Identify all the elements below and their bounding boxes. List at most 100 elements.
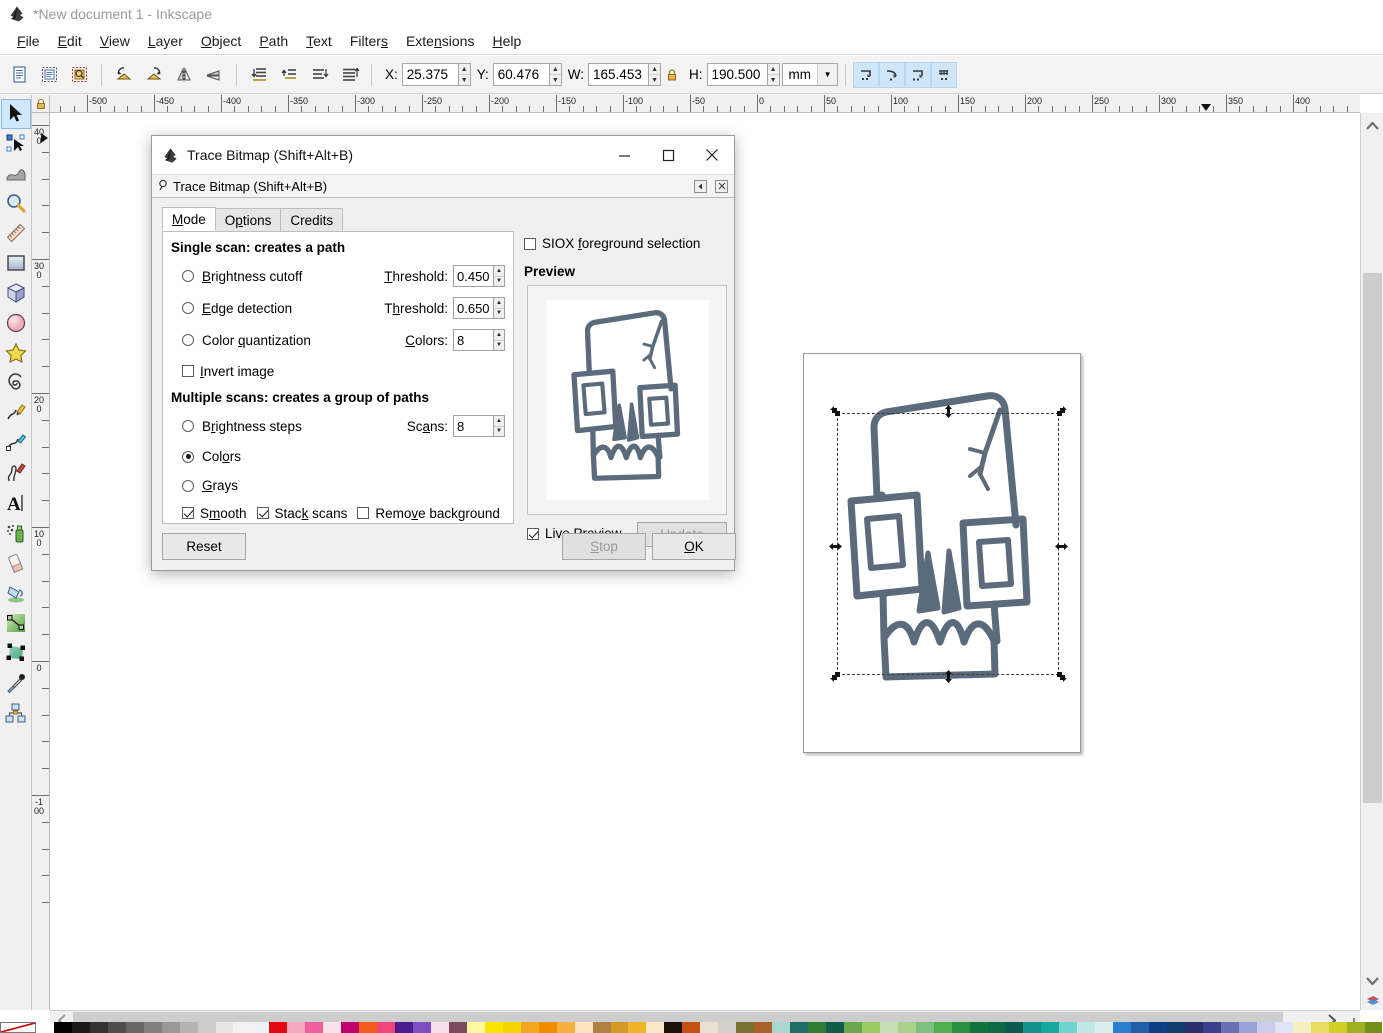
palette-swatch[interactable] bbox=[89, 1022, 108, 1033]
menu-edit[interactable]: Edit bbox=[49, 31, 91, 51]
lock-ratio-icon[interactable] bbox=[662, 61, 682, 89]
dialog-close-button[interactable] bbox=[690, 137, 734, 173]
palette-swatch[interactable] bbox=[1167, 1022, 1185, 1033]
palette-swatch[interactable] bbox=[233, 1022, 252, 1033]
raise-icon[interactable] bbox=[275, 61, 303, 89]
radio-grays[interactable] bbox=[182, 479, 194, 492]
menu-filters[interactable]: Filters bbox=[341, 31, 397, 51]
option-brightness-steps[interactable]: Brightness steps Scans: ▲▼ bbox=[171, 410, 505, 442]
document-preview-icon[interactable] bbox=[65, 61, 93, 89]
palette-swatch[interactable] bbox=[1005, 1022, 1024, 1033]
h-input[interactable] bbox=[706, 63, 767, 86]
palette-swatch[interactable] bbox=[879, 1022, 898, 1033]
palette-swatch[interactable] bbox=[592, 1022, 611, 1033]
bucket-fill-tool[interactable] bbox=[1, 579, 31, 609]
palette-swatch[interactable] bbox=[790, 1022, 808, 1033]
layer-indicator-icon[interactable] bbox=[1361, 992, 1383, 1008]
palette-swatch[interactable] bbox=[1328, 1022, 1347, 1033]
option-siox-foreground[interactable]: SIOX foreground selection bbox=[524, 236, 700, 251]
spiral-tool[interactable] bbox=[1, 369, 31, 399]
connector-tool[interactable] bbox=[1, 699, 31, 729]
document-page[interactable] bbox=[803, 353, 1081, 753]
tab-credits[interactable]: Credits bbox=[280, 208, 344, 231]
option-colors[interactable]: Colors bbox=[171, 442, 505, 471]
palette-swatch[interactable] bbox=[215, 1022, 234, 1033]
dock-collapse-button[interactable] bbox=[694, 179, 707, 193]
palette-swatch[interactable] bbox=[556, 1022, 575, 1033]
palette-none-swatch[interactable] bbox=[0, 1022, 36, 1033]
palette-swatch[interactable] bbox=[951, 1022, 970, 1033]
palette-swatch[interactable] bbox=[574, 1022, 593, 1033]
radio-color-quantization[interactable] bbox=[182, 334, 194, 346]
palette-swatch[interactable] bbox=[107, 1022, 126, 1033]
palette-swatch[interactable] bbox=[933, 1022, 952, 1033]
palette-swatch[interactable] bbox=[484, 1022, 503, 1033]
y-input[interactable] bbox=[492, 63, 549, 86]
palette-swatch[interactable] bbox=[53, 1022, 72, 1033]
palette-swatch[interactable] bbox=[772, 1022, 791, 1033]
raise-to-top-icon[interactable] bbox=[245, 61, 273, 89]
scans-stepper[interactable]: ▲▼ bbox=[453, 415, 505, 437]
palette-swatch[interactable] bbox=[825, 1022, 844, 1033]
snap-path-icon[interactable] bbox=[879, 61, 906, 88]
vertical-scroll-thumb[interactable] bbox=[1363, 273, 1382, 803]
handle-se[interactable] bbox=[1055, 670, 1068, 683]
palette-swatch[interactable] bbox=[969, 1022, 988, 1033]
palette-swatch[interactable] bbox=[377, 1022, 396, 1033]
preview-panel[interactable] bbox=[527, 285, 727, 515]
handle-s[interactable] bbox=[942, 670, 955, 683]
palette-swatch[interactable] bbox=[628, 1022, 647, 1033]
w-input[interactable] bbox=[588, 63, 649, 86]
palette-swatch[interactable] bbox=[861, 1022, 880, 1033]
palette-swatch[interactable] bbox=[161, 1022, 180, 1033]
menu-view[interactable]: View bbox=[91, 31, 139, 51]
dock-close-button[interactable] bbox=[715, 179, 728, 193]
flip-vertical-icon[interactable] bbox=[200, 61, 228, 89]
palette-swatch[interactable] bbox=[610, 1022, 629, 1033]
y-stepper[interactable]: ▲▼ bbox=[492, 63, 562, 86]
h-stepper[interactable]: ▲▼ bbox=[706, 63, 780, 86]
palette-swatch[interactable] bbox=[448, 1022, 467, 1033]
menu-text[interactable]: Text bbox=[297, 31, 341, 51]
text-tool[interactable]: A bbox=[1, 489, 31, 519]
radio-edge-detection[interactable] bbox=[182, 302, 194, 314]
dropper-tool[interactable] bbox=[1, 669, 31, 699]
palette-swatch[interactable] bbox=[700, 1022, 719, 1033]
node-editor-tool[interactable] bbox=[1, 129, 31, 159]
tab-options[interactable]: Options bbox=[214, 208, 282, 231]
palette-swatch[interactable] bbox=[287, 1022, 306, 1033]
palette-swatch[interactable] bbox=[359, 1022, 378, 1033]
spray-tool[interactable] bbox=[1, 519, 31, 549]
palette-swatch[interactable] bbox=[1077, 1022, 1096, 1033]
color-palette[interactable] bbox=[0, 1022, 1383, 1033]
w-stepper[interactable]: ▲▼ bbox=[588, 63, 662, 86]
tweak-tool[interactable] bbox=[1, 159, 31, 189]
palette-swatch[interactable] bbox=[1310, 1022, 1329, 1033]
checkbox-stack-scans[interactable] bbox=[256, 507, 269, 519]
palette-swatch[interactable] bbox=[646, 1022, 665, 1033]
palette-swatch[interactable] bbox=[915, 1022, 934, 1033]
x-spin-buttons[interactable]: ▲ ▼ bbox=[457, 63, 471, 86]
palette-swatch[interactable] bbox=[1364, 1022, 1383, 1033]
palette-swatch[interactable] bbox=[1202, 1022, 1221, 1033]
option-invert-image[interactable]: Invert image bbox=[171, 358, 505, 384]
scans-input[interactable] bbox=[453, 415, 493, 437]
palette-swatch[interactable] bbox=[251, 1022, 270, 1033]
w-spin-buttons[interactable]: ▲ ▼ bbox=[648, 63, 662, 86]
palette-swatch[interactable] bbox=[1274, 1022, 1293, 1033]
palette-swatch[interactable] bbox=[36, 1022, 54, 1033]
selector-tool[interactable] bbox=[1, 99, 31, 129]
rotate-cw-icon[interactable] bbox=[140, 61, 168, 89]
colors-stepper[interactable]: ▲▼ bbox=[453, 329, 505, 351]
star-tool[interactable] bbox=[1, 339, 31, 369]
option-edge-detection[interactable]: Edge detection Threshold: ▲▼ bbox=[171, 292, 505, 324]
palette-swatch[interactable] bbox=[664, 1022, 683, 1033]
checkbox-siox[interactable] bbox=[524, 237, 536, 250]
palette-swatch[interactable] bbox=[897, 1022, 916, 1033]
palette-swatch[interactable] bbox=[323, 1022, 342, 1033]
palette-swatch[interactable] bbox=[430, 1022, 449, 1033]
h-spin-buttons[interactable]: ▲ ▼ bbox=[766, 63, 780, 86]
palette-swatch[interactable] bbox=[1095, 1022, 1114, 1033]
palette-swatch[interactable] bbox=[1292, 1022, 1311, 1033]
x-input[interactable] bbox=[401, 63, 458, 86]
